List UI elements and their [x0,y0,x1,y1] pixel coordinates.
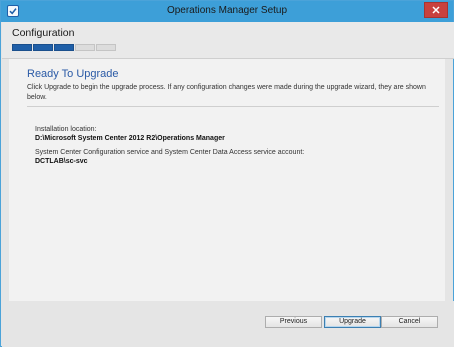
installation-location-label: Installation location: [35,126,97,133]
service-account-field: System Center Configuration service and … [35,148,304,167]
setup-window: Operations Manager Setup Configuration R… [0,0,454,347]
wizard-header: Configuration [2,22,454,58]
installation-location-value: D:\Microsoft System Center 2012 R2\Opera… [35,135,225,142]
progress-segment [75,44,95,51]
installation-location-field: Installation location: D:\Microsoft Syst… [35,125,225,144]
title-bar[interactable]: Operations Manager Setup [1,1,453,22]
upgrade-button[interactable]: Upgrade [324,316,381,328]
wizard-progress-bar [12,44,116,51]
close-icon [432,6,440,14]
progress-segment [96,44,116,51]
close-button[interactable] [424,2,448,18]
progress-segment [54,44,74,51]
cancel-button[interactable]: Cancel [381,316,438,328]
previous-button[interactable]: Previous [265,316,322,328]
wizard-footer: Previous Upgrade Cancel [2,301,454,347]
window-title: Operations Manager Setup [166,5,288,16]
service-account-value: DCTLAB\sc-svc [35,158,88,165]
content-divider [27,106,439,107]
wizard-content: Ready To Upgrade Click Upgrade to begin … [9,59,445,301]
step-title: Configuration [12,27,75,39]
progress-segment [12,44,32,51]
page-heading: Ready To Upgrade [27,68,119,80]
page-description: Click Upgrade to begin the upgrade proce… [27,84,426,101]
progress-segment [33,44,53,51]
service-account-label: System Center Configuration service and … [35,149,305,156]
